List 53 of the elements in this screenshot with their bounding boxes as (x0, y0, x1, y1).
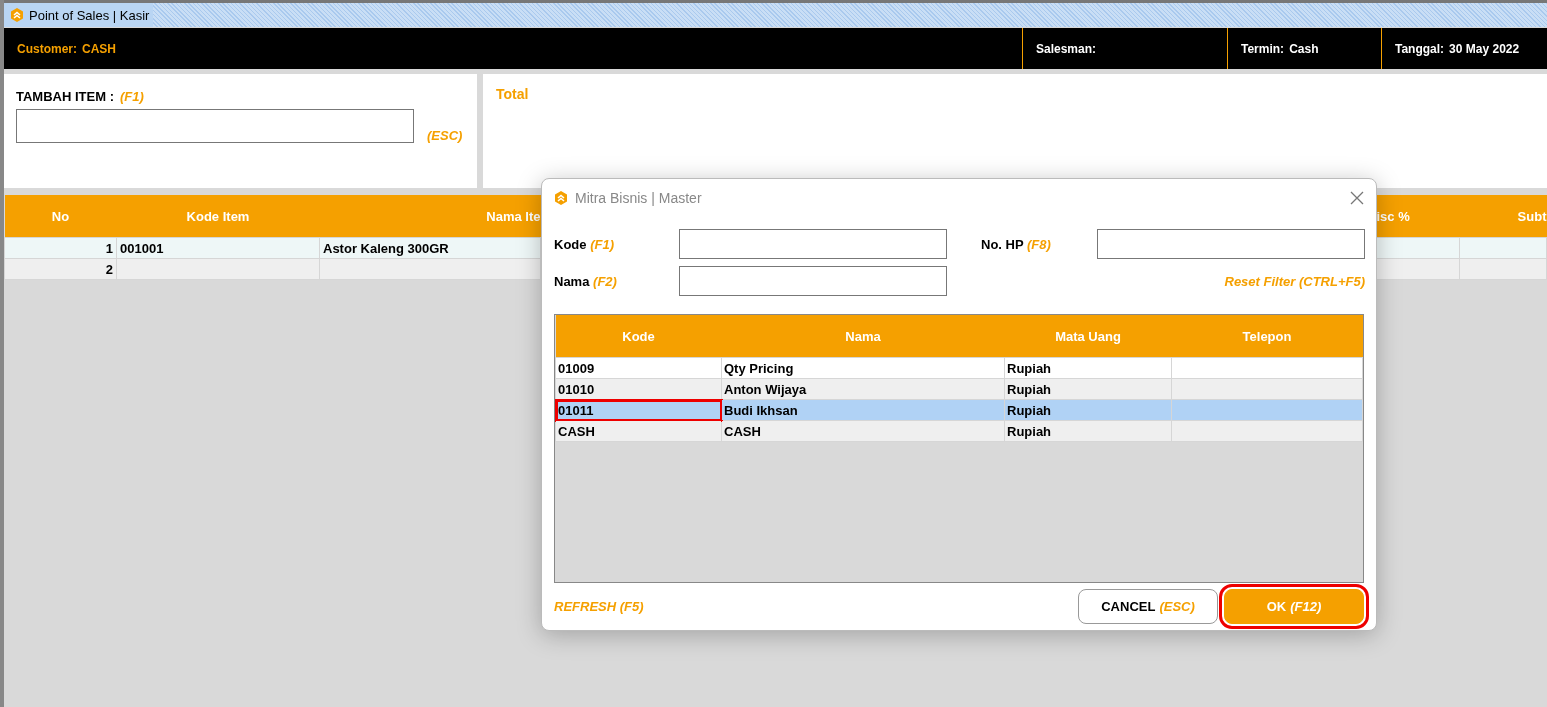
header-label: Termin: (1241, 41, 1285, 56)
phone-field[interactable] (1097, 229, 1365, 259)
table-row[interactable]: CASH CASH Rupiah (555, 420, 1363, 442)
column-header: Mata Uang (1055, 328, 1121, 344)
table-row[interactable]: 01009 Qty Pricing Rupiah (555, 357, 1363, 379)
table-cell: Budi Ikhsan (724, 402, 798, 418)
nama-field[interactable] (679, 266, 947, 296)
table-cell: 01010 (558, 381, 595, 397)
column-header: Nama Ite (486, 208, 541, 224)
window-title: Point of Sales | Kasir (29, 7, 150, 23)
table-cell: Qty Pricing (724, 360, 794, 376)
add-item-field[interactable] (16, 109, 414, 143)
filter-label: Nama (F2) (554, 273, 618, 289)
table-cell: Rupiah (1007, 402, 1052, 418)
column-header: No (51, 208, 70, 224)
customer-value: CASH (82, 41, 117, 56)
filter-label: No. HP (F8) (981, 236, 1052, 252)
logo-icon (10, 8, 24, 22)
table-cell: Rupiah (1007, 381, 1052, 397)
header-label: Salesman: (1036, 41, 1097, 56)
table-cell: 01009 (558, 360, 595, 376)
header-value: 30 May 2022 (1449, 41, 1520, 56)
table-cell: 01011 (558, 402, 594, 418)
close-icon[interactable] (1350, 191, 1364, 205)
table-cell: 001001 (120, 240, 164, 256)
filter-label: Kode (F1) (554, 236, 615, 252)
dialog-title: Mitra Bisnis | Master (575, 190, 703, 206)
table-cell: Rupiah (1007, 360, 1052, 376)
table-cell: Anton Wijaya (724, 381, 807, 397)
table-cell: 2 (105, 261, 113, 277)
table-cell: CASH (558, 423, 595, 439)
customer-label: Customer: (17, 41, 77, 56)
shortcut-hint: (ESC) (427, 128, 463, 143)
header-value: Cash (1289, 41, 1319, 56)
column-header: isc % (1376, 208, 1410, 224)
table-row[interactable]: 01010 Anton Wijaya Rupiah (555, 378, 1363, 400)
add-item-label: TAMBAH ITEM : (16, 89, 114, 104)
kode-field[interactable] (679, 229, 947, 259)
total-label: Total (496, 86, 529, 102)
table-row[interactable]: 01011 Budi Ikhsan Rupiah (555, 399, 1363, 421)
column-header: Kode Item (186, 208, 250, 224)
logo-icon (554, 191, 568, 205)
column-header: Telepon (1242, 328, 1292, 344)
column-header: Kode (622, 328, 655, 344)
table-cell: Astor Kaleng 300GR (323, 240, 449, 256)
column-header: Nama (845, 328, 881, 344)
column-header: Subt (1517, 208, 1547, 224)
shortcut-hint: (F1) (119, 89, 144, 104)
table-cell: Rupiah (1007, 423, 1052, 439)
header-label: Tanggal: (1395, 41, 1445, 56)
table-cell: CASH (724, 423, 761, 439)
cancel-button[interactable]: CANCEL (ESC) (1078, 589, 1218, 624)
table-cell: 1 (105, 240, 113, 256)
